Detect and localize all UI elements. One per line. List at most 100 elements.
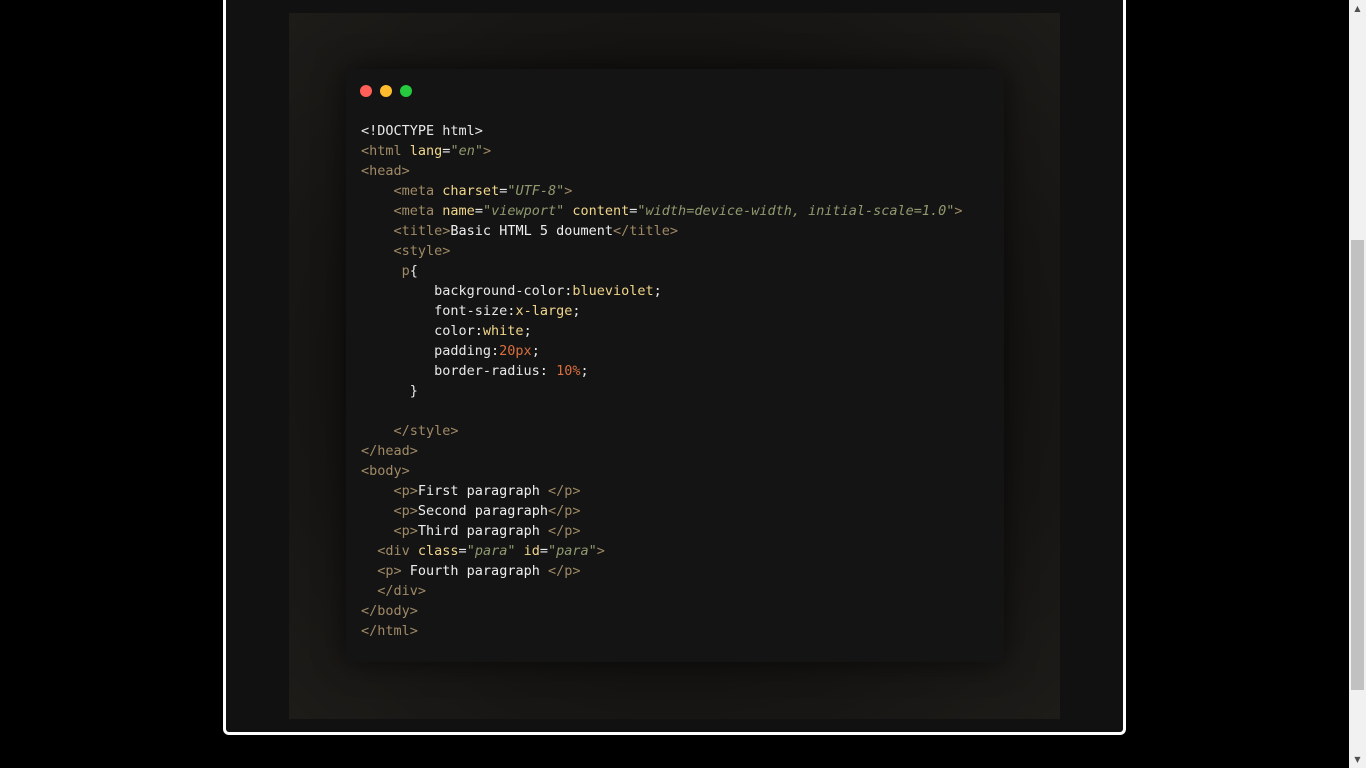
code-line: p{ xyxy=(361,261,963,281)
code-token: white xyxy=(482,323,524,339)
code-line: <p>Second paragraph</p> xyxy=(361,501,963,521)
code-token: </p> xyxy=(547,483,581,499)
code-token: charset xyxy=(442,183,500,199)
code-token: x-large xyxy=(515,303,573,319)
code-token: ; xyxy=(653,283,662,299)
code-line: </head> xyxy=(361,441,963,461)
code-token: First paragraph xyxy=(417,483,548,499)
code-token: </html> xyxy=(361,623,418,639)
code-token: <title> xyxy=(393,223,451,239)
code-token: = xyxy=(539,543,549,559)
code-line: </body> xyxy=(361,601,963,621)
code-token: > xyxy=(596,543,605,559)
code-token: </p> xyxy=(547,563,581,579)
code-line: } xyxy=(361,381,963,401)
code-line: <div class="para" id="para"> xyxy=(361,541,963,561)
code-token: > xyxy=(482,143,492,159)
window-controls xyxy=(360,85,412,97)
code-token: "width=device-width, initial-scale=1.0" xyxy=(637,203,955,219)
code-line: font-size:x-large; xyxy=(361,301,963,321)
code-token: "en" xyxy=(450,143,483,159)
code-line: <html lang="en"> xyxy=(361,141,963,161)
code-token: <meta xyxy=(393,203,443,219)
code-token: "para" xyxy=(466,543,516,559)
code-line: <p>Third paragraph </p> xyxy=(361,521,963,541)
code-token: { xyxy=(409,263,418,279)
code-token: id xyxy=(523,543,540,559)
code-token: lang xyxy=(409,143,443,159)
code-token: "viewport" xyxy=(482,203,565,219)
code-token: Basic HTML 5 doument xyxy=(450,223,613,239)
code-token: color: xyxy=(361,323,483,339)
code-line: <p> Fourth paragraph </p> xyxy=(361,561,963,581)
code-token: ; xyxy=(531,343,540,359)
code-token: "para" xyxy=(548,543,597,559)
scroll-up-arrow-icon[interactable]: ▲ xyxy=(1349,0,1366,17)
code-token: font-size: xyxy=(361,303,516,319)
code-line: <!DOCTYPE html> xyxy=(361,121,963,141)
code-line: </html> xyxy=(361,621,963,641)
code-token: <html xyxy=(361,143,410,159)
code-token: <p> xyxy=(393,523,418,539)
page: <!DOCTYPE html> <html lang="en"> <head> <m… xyxy=(0,0,1366,768)
code-token: <p> xyxy=(377,563,402,579)
close-dot-icon xyxy=(360,85,372,97)
code-token: <style> xyxy=(393,243,451,259)
code-line: <p>First paragraph </p> xyxy=(361,481,963,501)
code-token: <head> xyxy=(361,163,410,179)
scroll-down-arrow-icon[interactable]: ▼ xyxy=(1349,751,1366,768)
code-block: <!DOCTYPE html> <html lang="en"> <head> <m… xyxy=(361,121,963,641)
scroll-thumb[interactable] xyxy=(1351,240,1364,690)
code-token: <body> xyxy=(361,463,410,479)
code-line: <meta name="viewport" content="width=dev… xyxy=(361,201,963,221)
code-token: Fourth paragraph xyxy=(401,563,548,579)
code-token: p xyxy=(401,263,410,279)
code-line: padding:20px; xyxy=(361,341,963,361)
code-token: <p> xyxy=(393,483,418,499)
minimize-dot-icon xyxy=(380,85,392,97)
code-token: 20px xyxy=(499,343,532,359)
maximize-dot-icon xyxy=(400,85,412,97)
code-window: <!DOCTYPE html> <html lang="en"> <head> <m… xyxy=(346,69,1004,662)
code-token: name xyxy=(442,203,475,219)
code-token: ; xyxy=(523,323,532,339)
code-token: > xyxy=(564,183,573,199)
code-token: </p> xyxy=(547,523,581,539)
code-line: <title>Basic HTML 5 doument</title> xyxy=(361,221,963,241)
code-token: ; xyxy=(572,303,581,319)
vertical-scrollbar[interactable]: ▲ ▼ xyxy=(1349,0,1366,768)
code-token: </head> xyxy=(361,443,418,459)
code-token: } xyxy=(361,383,418,399)
code-token: border-radius: xyxy=(361,363,557,379)
code-line: </div> xyxy=(361,581,963,601)
code-token: ; xyxy=(580,363,589,379)
code-token: </title> xyxy=(612,223,679,239)
code-line: <meta charset="UTF-8"> xyxy=(361,181,963,201)
code-token: <div xyxy=(377,543,418,559)
code-line: </style> xyxy=(361,421,963,441)
code-token: "UTF-8" xyxy=(507,183,565,199)
code-line: <style> xyxy=(361,241,963,261)
code-token: </style> xyxy=(393,423,459,439)
code-token: <!DOCTYPE html> xyxy=(361,123,483,139)
code-line: border-radius: 10%; xyxy=(361,361,963,381)
code-token: padding: xyxy=(361,343,500,359)
code-token: <meta xyxy=(393,183,443,199)
code-token: </p> xyxy=(547,503,581,519)
code-token: blueviolet xyxy=(572,283,654,299)
code-token: <p> xyxy=(393,503,418,519)
